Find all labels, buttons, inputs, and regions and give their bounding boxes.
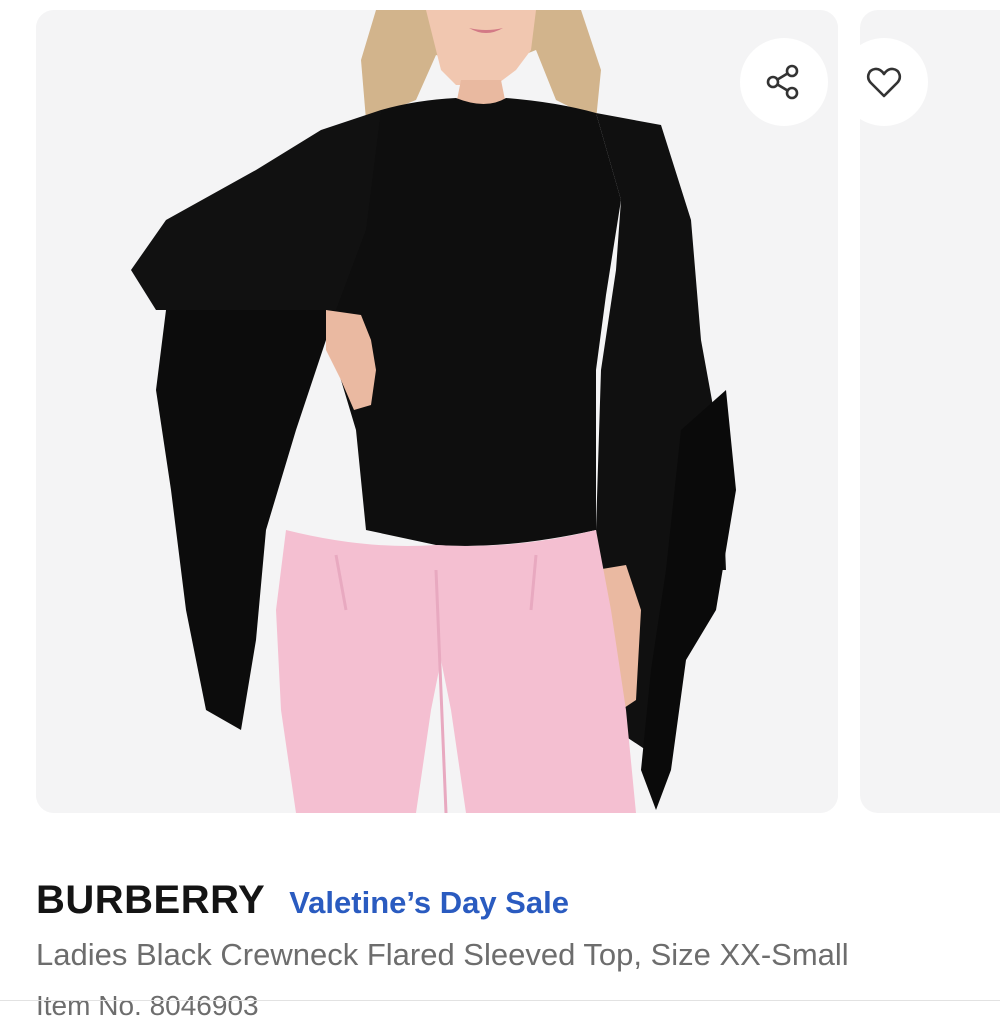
share-icon [766, 64, 799, 100]
divider [0, 1000, 1000, 1001]
share-button[interactable] [740, 38, 828, 126]
product-title-row: BURBERRY Valetine’s Day Sale [36, 878, 986, 923]
heart-icon [866, 67, 902, 98]
promo-link[interactable]: Valetine’s Day Sale [289, 885, 569, 921]
product-photo [36, 10, 838, 813]
item-number: Item No. 8046903 [36, 990, 259, 1021]
product-image-card[interactable] [36, 10, 838, 813]
product-image-gallery[interactable] [0, 0, 1000, 830]
product-name: Ladies Black Crewneck Flared Sleeved Top… [36, 937, 849, 972]
favorite-button[interactable] [840, 38, 928, 126]
next-product-image-card[interactable] [860, 10, 1000, 813]
product-info: BURBERRY Valetine’s Day Sale Ladies Blac… [36, 878, 986, 973]
brand-name[interactable]: BURBERRY [36, 878, 265, 923]
